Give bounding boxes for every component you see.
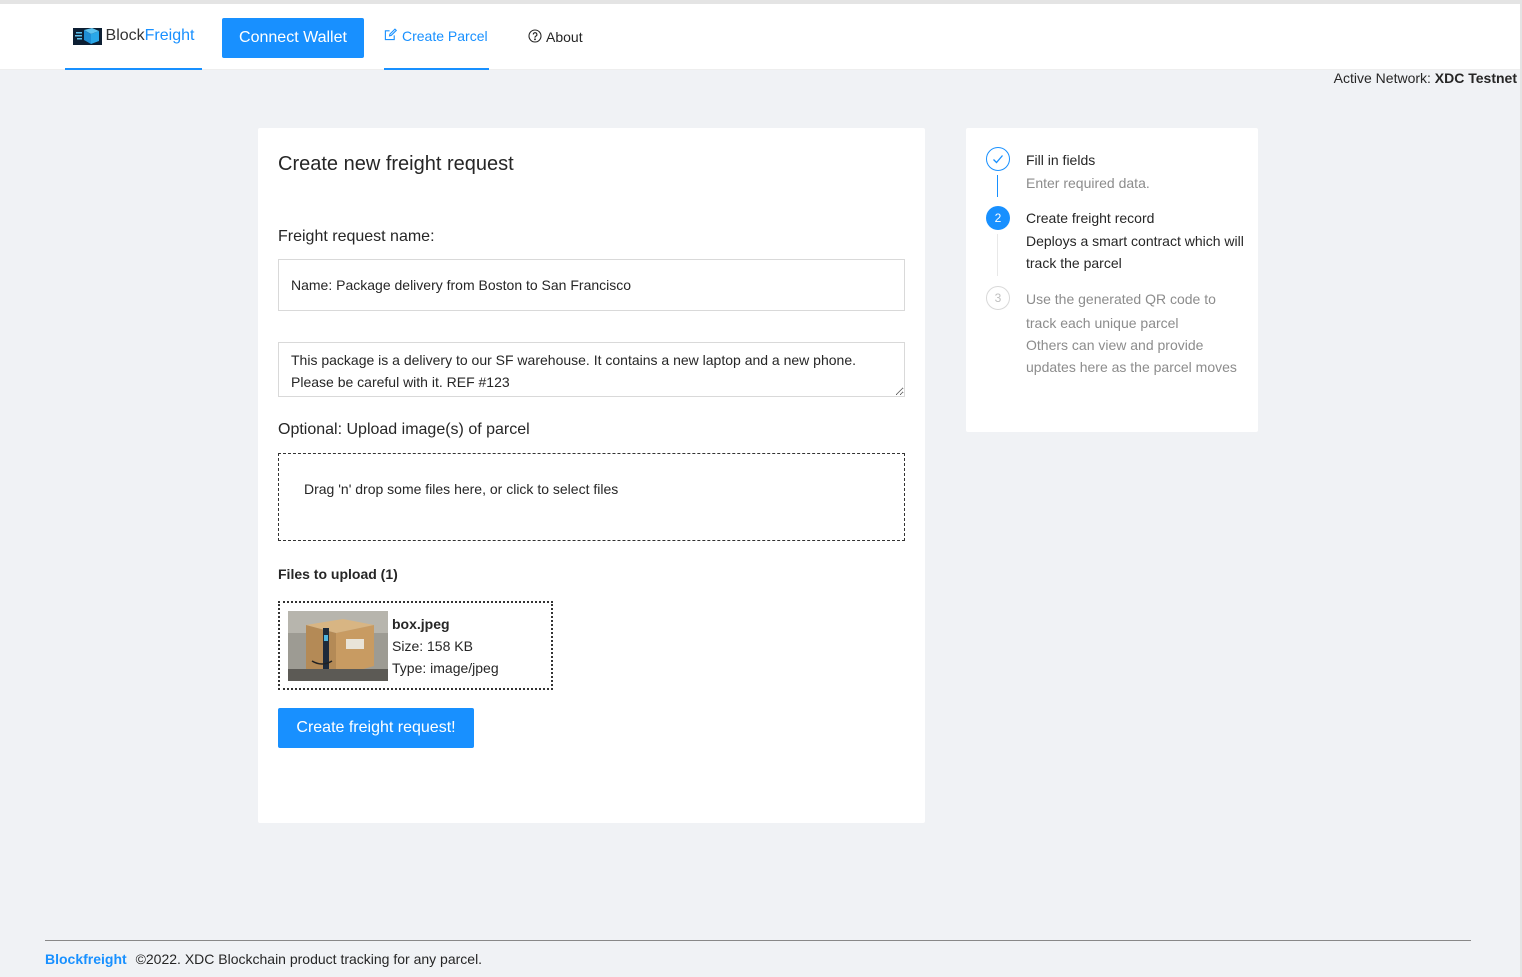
- edit-icon: [384, 28, 398, 44]
- file-size: Size: 158 KB: [392, 638, 473, 654]
- files-title: Files to upload (1): [278, 566, 398, 582]
- app-header: BlockFreight Connect Wallet Create Parce…: [0, 4, 1520, 70]
- freight-form-card: Create new freight request Freight reque…: [258, 128, 925, 823]
- name-label: Freight request name:: [278, 228, 435, 245]
- step-1-title: Fill in fields: [1026, 152, 1096, 168]
- box-thumbnail: [288, 611, 388, 681]
- steps-card: Fill in fields Enter required data. 2 Cr…: [966, 128, 1258, 432]
- footer-divider: [45, 940, 1471, 941]
- box-logo-icon: [72, 26, 102, 46]
- step-connector: [997, 175, 998, 197]
- question-circle-icon: [528, 28, 542, 46]
- nav-about[interactable]: About: [528, 4, 583, 70]
- footer-text: ©2022. XDC Blockchain product tracking f…: [135, 951, 483, 967]
- form-title: Create new freight request: [278, 153, 514, 175]
- step-2-title: Create freight record: [1026, 210, 1155, 226]
- check-icon: [986, 147, 1010, 171]
- footer-brand-link[interactable]: Blockfreight: [45, 951, 127, 967]
- file-name: box.jpeg: [392, 616, 450, 632]
- file-dropzone[interactable]: Drag 'n' drop some files here, or click …: [278, 453, 905, 541]
- file-type: Type: image/jpeg: [392, 660, 499, 676]
- step-3-description: Others can view and provide updates here…: [1026, 337, 1237, 375]
- logo-text: BlockFreight: [105, 27, 195, 44]
- file-info: box.jpeg Size: 158 KB Type: image/jpeg: [392, 613, 499, 679]
- name-input[interactable]: [278, 259, 905, 311]
- network-value: XDC Testnet: [1434, 70, 1517, 86]
- step-3-title: Use the generated QR code to track each …: [1026, 291, 1216, 331]
- step-1-description: Enter required data.: [1026, 175, 1150, 191]
- connect-wallet-button[interactable]: Connect Wallet: [222, 18, 364, 58]
- nav-create-parcel[interactable]: Create Parcel: [384, 4, 489, 70]
- step-connector: [997, 234, 998, 276]
- description-textarea[interactable]: This package is a delivery to our SF war…: [278, 342, 905, 397]
- dropzone-text: Drag 'n' drop some files here, or click …: [304, 481, 619, 497]
- nav-about-label: About: [546, 29, 583, 45]
- active-network: Active Network: XDC Testnet: [1334, 70, 1517, 86]
- step-3-number: 3: [986, 286, 1010, 310]
- create-freight-request-button[interactable]: Create freight request!: [278, 708, 474, 748]
- step-2-number: 2: [986, 206, 1010, 230]
- file-item: box.jpeg Size: 158 KB Type: image/jpeg: [278, 601, 553, 690]
- network-label: Active Network:: [1333, 70, 1431, 86]
- nav-create-label: Create Parcel: [402, 28, 488, 44]
- step-2-description: Deploys a smart contract which will trac…: [1026, 233, 1244, 271]
- nav-logo[interactable]: BlockFreight: [65, 4, 202, 70]
- footer: Blockfreight ©2022. XDC Blockchain produ…: [45, 951, 482, 967]
- upload-label: Optional: Upload image(s) of parcel: [278, 421, 530, 438]
